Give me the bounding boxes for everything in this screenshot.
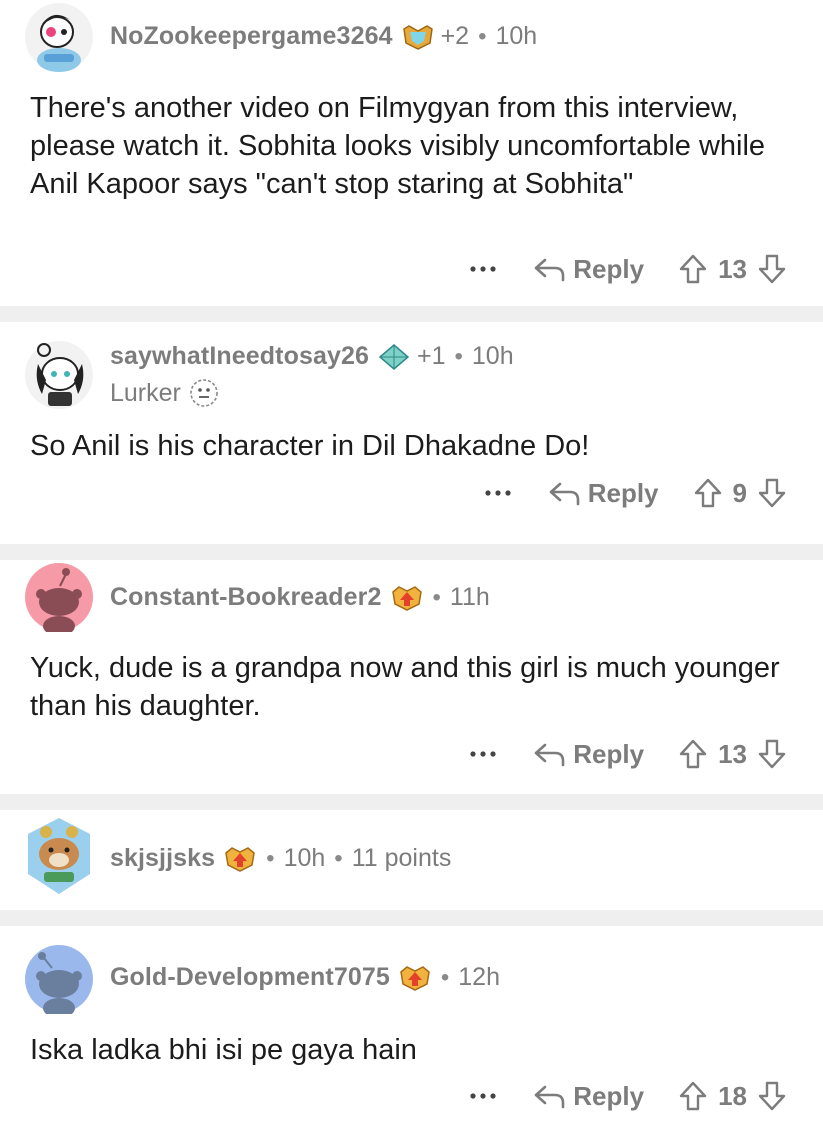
avatar-icon[interactable] xyxy=(24,944,94,1018)
upvote-arrow-icon[interactable] xyxy=(693,477,723,509)
avatar-icon[interactable] xyxy=(24,340,94,410)
comment-1: NoZookeepergame3264 +2 • 10h There's ano… xyxy=(0,0,823,306)
crest-badge-icon[interactable] xyxy=(398,964,432,992)
username[interactable]: NoZookeepergame3264 xyxy=(110,22,393,51)
reply-button[interactable]: Reply xyxy=(548,478,659,509)
points-count: 11 points xyxy=(351,844,452,872)
timestamp: 11h xyxy=(449,583,490,611)
vote-count: 13 xyxy=(718,253,747,284)
avatar-icon[interactable] xyxy=(24,816,94,894)
vote-count: 18 xyxy=(718,1080,747,1111)
user-flair: Lurker xyxy=(110,378,219,408)
avatar-icon[interactable] xyxy=(24,562,94,636)
reply-label: Reply xyxy=(573,1080,645,1111)
vote-controls: 13 xyxy=(678,253,787,285)
flair-label: Lurker xyxy=(110,378,181,407)
vote-controls: 13 xyxy=(678,738,787,770)
comment-3: Constant-Bookreader2 • 11h Yuck, dude is… xyxy=(0,560,823,794)
timestamp: 10h xyxy=(283,844,326,872)
crest-badge-icon[interactable] xyxy=(223,845,257,873)
reply-arrow-icon xyxy=(534,1085,565,1109)
comment-4-collapsed[interactable]: skjsjjsks • 10h • 11 points xyxy=(0,810,823,910)
reply-arrow-icon xyxy=(534,258,565,282)
downvote-arrow-icon[interactable] xyxy=(757,738,787,770)
comment-actions: Reply 13 xyxy=(461,249,787,289)
comment-body: Yuck, dude is a grandpa now and this gir… xyxy=(30,652,780,722)
username[interactable]: Constant-Bookreader2 xyxy=(110,583,382,612)
separator xyxy=(0,794,823,810)
comment-body: So Anil is his character in Dil Dhakadne… xyxy=(30,430,590,462)
separator xyxy=(0,910,823,926)
reply-button[interactable]: Reply xyxy=(533,739,644,770)
separator xyxy=(0,544,823,560)
comment-actions: Reply 9 xyxy=(476,473,787,513)
timestamp: 10h xyxy=(471,342,514,370)
downvote-arrow-icon[interactable] xyxy=(757,1080,787,1112)
upvote-arrow-icon[interactable] xyxy=(678,738,708,770)
timestamp: 12h xyxy=(458,963,500,991)
upvote-arrow-icon[interactable] xyxy=(678,253,708,285)
award-count: +2 xyxy=(440,22,470,50)
comment-body: There's another video on Filmygyan from … xyxy=(30,92,766,200)
username[interactable]: skjsjjsks xyxy=(110,844,215,873)
timestamp: 10h xyxy=(495,22,538,50)
separator xyxy=(0,306,823,322)
avatar-icon[interactable] xyxy=(24,2,94,72)
comment-actions: Reply 13 xyxy=(461,734,787,774)
vote-count: 9 xyxy=(732,477,747,508)
comment-body: Iska ladka bhi isi pe gaya hain xyxy=(30,1034,417,1066)
ellipsis-icon[interactable] xyxy=(461,734,505,774)
comment-5: Gold-Development7075 • 12h Iska ladka bh… xyxy=(0,926,823,1135)
reply-button[interactable]: Reply xyxy=(533,254,644,285)
achievement-badge-icon[interactable] xyxy=(401,23,435,51)
reply-label: Reply xyxy=(573,738,645,769)
ellipsis-icon[interactable] xyxy=(476,473,520,513)
upvote-arrow-icon[interactable] xyxy=(678,1080,708,1112)
reply-button[interactable]: Reply xyxy=(533,1081,644,1112)
neutral-face-icon xyxy=(190,379,218,407)
username[interactable]: saywhatIneedtosay26 xyxy=(110,342,369,371)
vote-controls: 18 xyxy=(678,1080,787,1112)
downvote-arrow-icon[interactable] xyxy=(757,253,787,285)
vote-controls: 9 xyxy=(693,477,787,509)
reply-arrow-icon xyxy=(534,743,565,767)
comment-meta: saywhatIneedtosay26 +1 • 10h xyxy=(110,342,514,371)
crest-badge-icon[interactable] xyxy=(390,584,424,612)
ellipsis-icon[interactable] xyxy=(461,1076,505,1116)
comment-actions: Reply 18 xyxy=(461,1076,787,1116)
award-count: +1 xyxy=(416,342,446,370)
reply-label: Reply xyxy=(587,477,659,508)
downvote-arrow-icon[interactable] xyxy=(757,477,787,509)
comment-meta: skjsjjsks • 10h • 11 points xyxy=(110,844,452,873)
comment-meta: NoZookeepergame3264 +2 • 10h xyxy=(110,22,538,51)
comment-meta: Gold-Development7075 • 12h xyxy=(110,963,500,992)
vote-count: 13 xyxy=(718,738,747,769)
ellipsis-icon[interactable] xyxy=(461,249,505,289)
username[interactable]: Gold-Development7075 xyxy=(110,963,390,992)
reply-label: Reply xyxy=(573,253,645,284)
comment-2: saywhatIneedtosay26 +1 • 10h Lurker So A… xyxy=(0,322,823,544)
reply-arrow-icon xyxy=(549,482,580,506)
diamond-badge-icon[interactable] xyxy=(377,343,411,371)
comment-meta: Constant-Bookreader2 • 11h xyxy=(110,583,490,612)
